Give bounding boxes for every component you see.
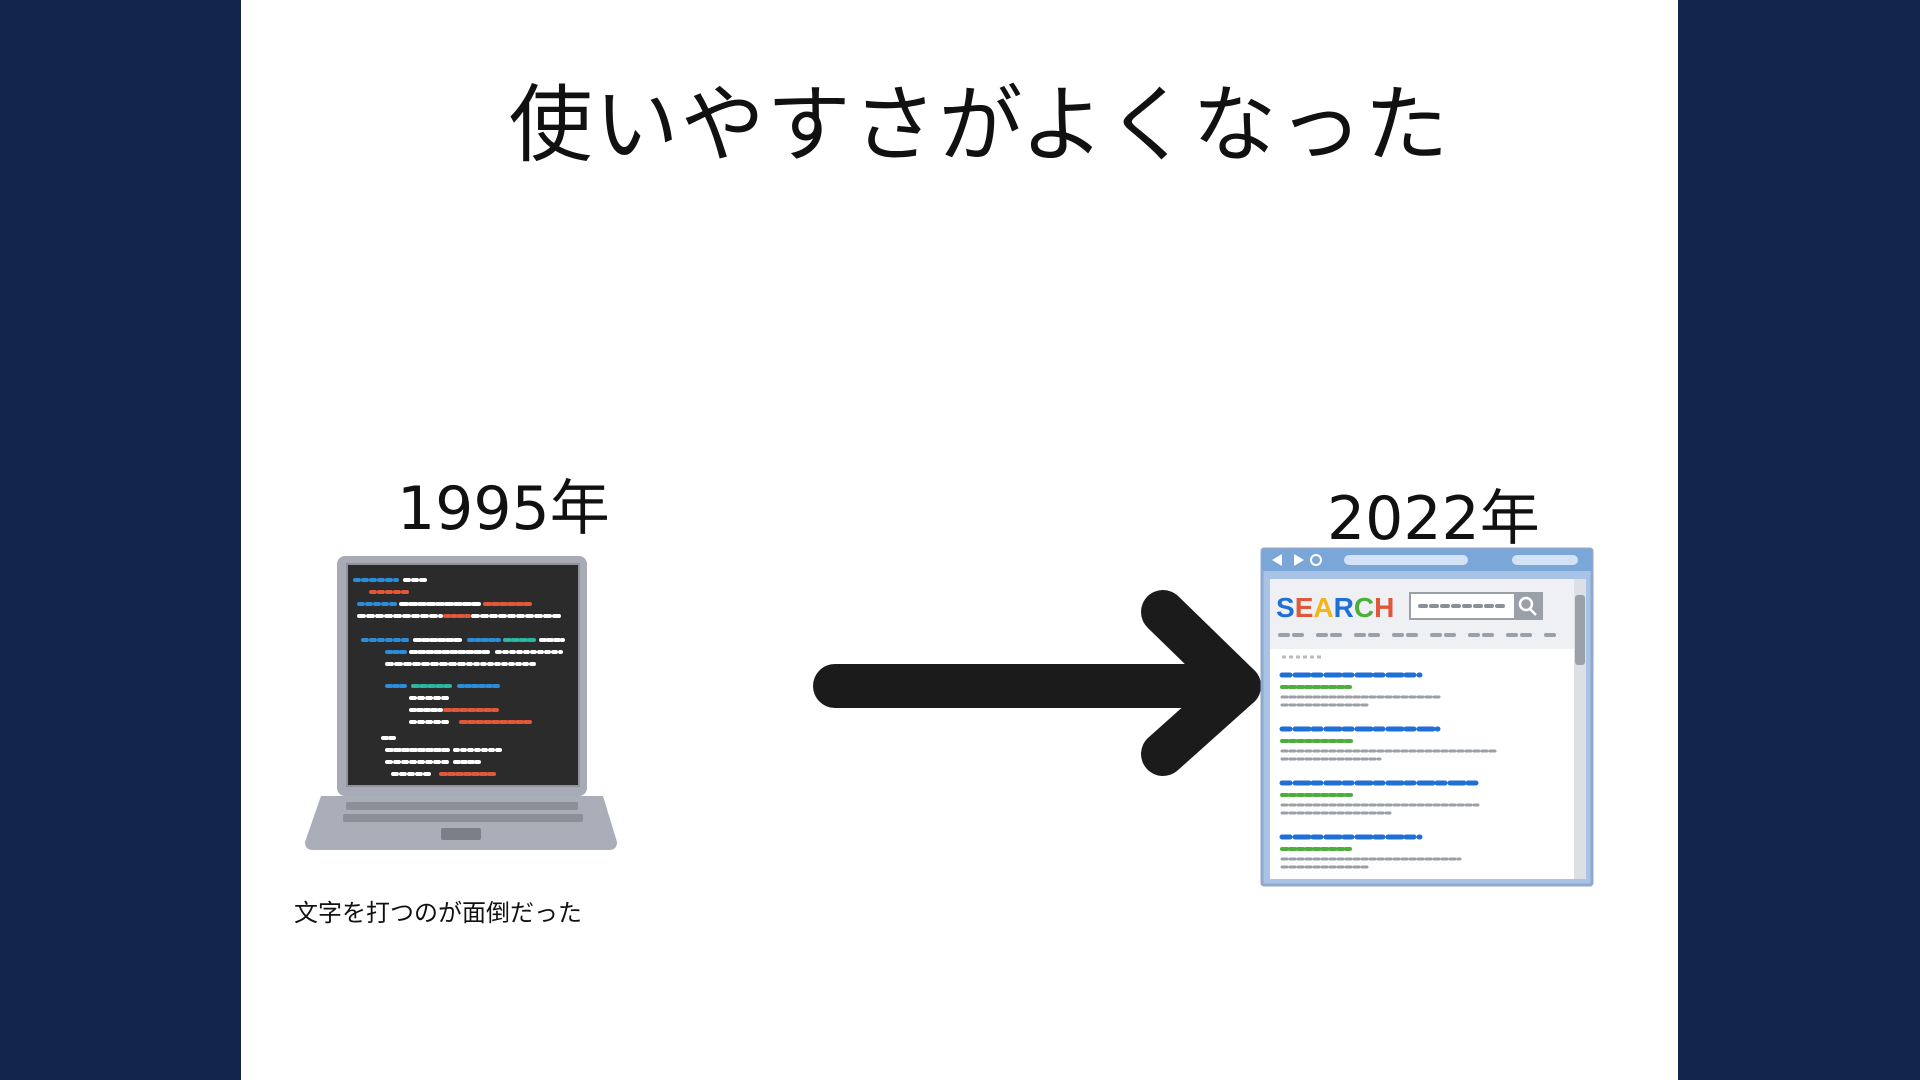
browser-search-icon: SEARCH xyxy=(1260,547,1594,887)
year-2022-label: 2022年 xyxy=(1327,484,1540,554)
laptop-code-icon xyxy=(305,556,617,850)
year-1995-label: 1995年 xyxy=(397,474,610,544)
caption-1995: 文字を打つのが面倒だった xyxy=(294,899,582,927)
search-logo: SEARCH xyxy=(1276,592,1394,623)
slide-title: 使いやすさがよくなった xyxy=(508,76,1451,174)
slide: 使いやすさがよくなった 1995年 文字を打つのが面倒だった 2022年 SEA… xyxy=(241,0,1678,1080)
